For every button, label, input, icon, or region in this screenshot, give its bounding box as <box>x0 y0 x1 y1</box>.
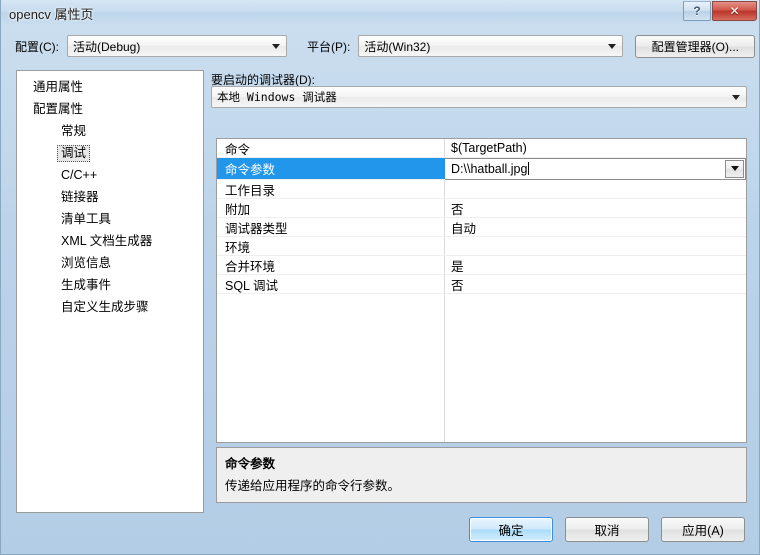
tree-item-label: 生成事件 <box>61 277 112 292</box>
tree-item-label: 清单工具 <box>61 211 112 226</box>
platform-value: 活动(Win32) <box>364 39 431 54</box>
grid-row[interactable]: 调试器类型 自动 <box>217 218 746 237</box>
apply-button[interactable]: 应用(A) <box>661 517 745 542</box>
tree-item-label: XML 文档生成器 <box>61 233 153 248</box>
tree-item-10[interactable]: 自定义生成步骤 <box>17 296 203 318</box>
tree-item-7[interactable]: XML 文档生成器 <box>17 230 203 252</box>
platform-dropdown[interactable]: 活动(Win32) <box>358 35 624 57</box>
property-pages-dialog: opencv 属性页 ? ✕ 配置(C): 活动(Debug) 平台(P): 活… <box>0 0 760 555</box>
tree-item-8[interactable]: 浏览信息 <box>17 252 203 274</box>
tree-item-label: 配置属性 <box>33 101 84 116</box>
grid-row[interactable]: 合并环境 是 <box>217 256 746 275</box>
grid-row-value: 否 <box>451 202 464 217</box>
grid-row-name: 命令参数 <box>225 163 276 177</box>
grid-row-value-input[interactable]: D:\\hatball.jpg <box>445 157 746 180</box>
configuration-dropdown[interactable]: 活动(Debug) <box>67 35 287 57</box>
grid-row-value: 是 <box>451 259 464 274</box>
tree-item-9[interactable]: 生成事件 <box>17 274 203 296</box>
help-icon[interactable]: ? <box>683 1 711 21</box>
grid-row-name: 合并环境 <box>225 259 276 274</box>
property-tree[interactable]: 通用属性配置属性常规调试 C/C++ 链接器清单工具 XML 文档生成器 浏览信息生成事… <box>16 70 204 513</box>
grid-row-name: 调试器类型 <box>225 221 288 236</box>
tree-item-2[interactable]: 常规 <box>17 120 203 142</box>
tree-item-label: 链接器 <box>61 189 99 204</box>
grid-rows: 命令 $(TargetPath) 命令参数 D:\\hatball.jpg 工作目录 附加… <box>217 139 746 294</box>
text-cursor <box>528 162 530 175</box>
cancel-button[interactable]: 取消 <box>565 517 649 542</box>
grid-row-value: 否 <box>451 278 464 293</box>
description-panel: 命令参数 传递给应用程序的命令行参数。 <box>216 447 747 503</box>
grid-row-name: 环境 <box>225 240 251 255</box>
grid-row-name: 工作目录 <box>225 183 276 198</box>
chevron-down-icon <box>272 44 280 49</box>
debugger-to-launch-dropdown[interactable]: 本地 Windows 调试器 <box>211 86 747 108</box>
grid-row[interactable]: 环境 <box>217 237 746 256</box>
grid-row-name: 附加 <box>225 202 251 217</box>
tree-item-label: 常规 <box>61 123 87 138</box>
configuration-label: 配置(C): <box>15 39 59 54</box>
grid-row[interactable]: 命令参数 D:\\hatball.jpg <box>217 157 746 180</box>
grid-row-value: 自动 <box>451 221 477 236</box>
description-title: 命令参数 <box>225 457 276 471</box>
description-body: 传递给应用程序的命令行参数。 <box>225 479 401 493</box>
tree-item-6[interactable]: 清单工具 <box>17 208 203 230</box>
tree-item-label: 通用属性 <box>33 79 84 94</box>
tree-item-label: 调试 <box>57 144 91 162</box>
tree-item-1[interactable]: 配置属性 <box>17 98 203 120</box>
chevron-down-icon <box>730 166 739 171</box>
configuration-manager-button[interactable]: 配置管理器(O)... <box>635 34 756 58</box>
cell-dropdown-button[interactable] <box>725 159 744 178</box>
chevron-down-icon <box>732 95 740 100</box>
tree-item-label: 自定义生成步骤 <box>61 299 149 314</box>
title-bar: opencv 属性页 ? ✕ <box>1 0 759 26</box>
property-grid[interactable]: 命令 $(TargetPath) 命令参数 D:\\hatball.jpg 工作目录 附加… <box>216 138 747 443</box>
tree-item-4[interactable]: C/C++ <box>17 164 203 186</box>
grid-row-name: 命令 <box>225 142 251 157</box>
window-title: opencv 属性页 <box>9 6 94 22</box>
grid-row-value-text: D:\\hatball.jpg <box>451 161 528 176</box>
grid-row-value: $(TargetPath) <box>451 141 527 155</box>
dialog-buttons: 确定 取消 应用(A) <box>469 517 745 542</box>
grid-row[interactable]: SQL 调试 否 <box>217 275 746 294</box>
grid-row[interactable]: 命令 $(TargetPath) <box>217 139 746 158</box>
tree-item-5[interactable]: 链接器 <box>17 186 203 208</box>
debugger-to-launch-value: 本地 Windows 调试器 <box>217 90 337 104</box>
chevron-down-icon <box>608 44 617 49</box>
grid-row-name: SQL 调试 <box>225 278 279 293</box>
ok-button[interactable]: 确定 <box>469 517 553 542</box>
tree-item-label: 浏览信息 <box>61 255 112 270</box>
window-controls: ? ✕ <box>683 1 757 21</box>
configuration-value: 活动(Debug) <box>73 39 141 54</box>
platform-label: 平台(P): <box>307 39 351 54</box>
grid-row[interactable]: 附加 否 <box>217 199 746 218</box>
grid-row[interactable]: 工作目录 <box>217 180 746 199</box>
tree-item-label: C/C++ <box>61 167 98 182</box>
tree-item-3[interactable]: 调试 <box>17 142 203 164</box>
configuration-bar: 配置(C): 活动(Debug) 平台(P): 活动(Win32) 配置管理器(… <box>1 26 759 66</box>
tree-item-0[interactable]: 通用属性 <box>17 76 203 98</box>
close-icon[interactable]: ✕ <box>712 1 757 21</box>
